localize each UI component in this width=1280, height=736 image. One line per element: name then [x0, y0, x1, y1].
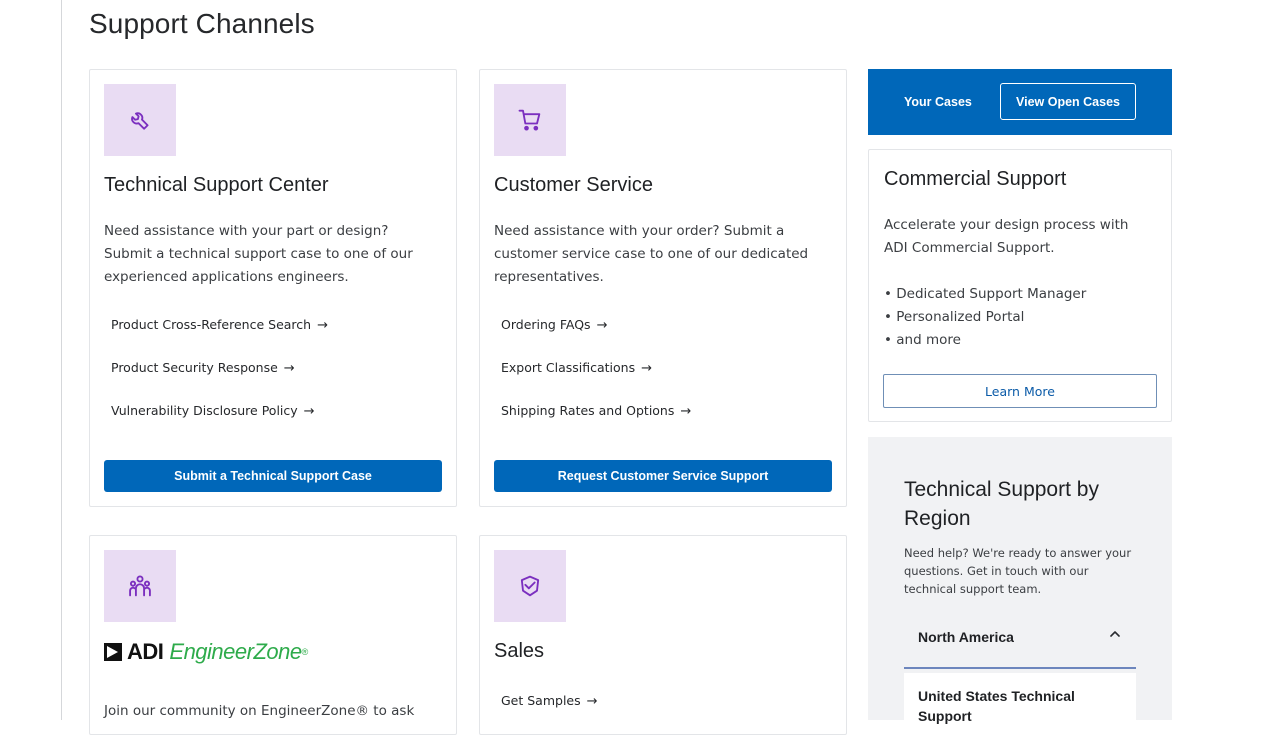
feature-list: • Dedicated Support Manager • Personaliz…: [884, 283, 1086, 352]
list-item: • and more: [884, 332, 961, 348]
card-title: Commercial Support: [884, 168, 1067, 190]
link-export-classifications[interactable]: Export Classifications →: [501, 360, 691, 403]
sales-card: Sales Get Samples →: [479, 535, 847, 735]
engineerzone-card: ADI EngineerZone ® Join our community on…: [89, 535, 457, 735]
adi-logo-mark-icon: [104, 643, 122, 661]
link-cross-reference[interactable]: Product Cross-Reference Search →: [111, 317, 328, 360]
your-cases-bar: Your Cases View Open Cases: [868, 69, 1172, 135]
card-description: Need assistance with your part or design…: [104, 223, 413, 285]
engineerzone-logo[interactable]: ADI EngineerZone ®: [104, 637, 308, 667]
submit-technical-case-button[interactable]: Submit a Technical Support Case: [104, 460, 442, 492]
arrow-right-icon: →: [596, 318, 608, 333]
sub-card-title: United States Technical Support: [918, 688, 1075, 724]
region-title: Technical Support by Region: [904, 478, 1099, 530]
card-description: Accelerate your design process with ADI …: [884, 217, 1129, 256]
link-shipping-rates[interactable]: Shipping Rates and Options →: [501, 403, 691, 446]
view-open-cases-button[interactable]: View Open Cases: [1000, 83, 1136, 120]
link-label: Product Security Response: [111, 360, 278, 375]
arrow-right-icon: →: [303, 404, 315, 419]
cart-icon: [494, 84, 566, 156]
arrow-right-icon: →: [283, 361, 295, 376]
logo-engineerzone-text: EngineerZone: [169, 639, 302, 664]
link-label: Export Classifications: [501, 360, 636, 375]
link-list: Product Cross-Reference Search → Product …: [111, 317, 328, 446]
link-label: Get Samples: [501, 693, 581, 708]
learn-more-button[interactable]: Learn More: [883, 374, 1157, 408]
link-security-response[interactable]: Product Security Response →: [111, 360, 328, 403]
logo-registered-mark: ®: [301, 647, 309, 657]
link-vulnerability-policy[interactable]: Vulnerability Disclosure Policy →: [111, 403, 328, 446]
card-title: Sales: [494, 640, 545, 662]
handshake-icon: [494, 550, 566, 622]
accordion-label: North America: [918, 629, 1014, 645]
commercial-support-card: Commercial Support Accelerate your desig…: [868, 149, 1172, 422]
customer-service-card: Customer Service Need assistance with yo…: [479, 69, 847, 507]
your-cases-label: Your Cases: [904, 95, 972, 109]
region-panel: Technical Support by Region Need help? W…: [868, 437, 1172, 733]
technical-support-card: Technical Support Center Need assistance…: [89, 69, 457, 507]
page-title: Support Channels: [89, 8, 315, 39]
list-item: • Dedicated Support Manager: [884, 286, 1087, 302]
link-label: Shipping Rates and Options: [501, 403, 675, 418]
arrow-right-icon: →: [317, 318, 328, 333]
arrow-right-icon: →: [586, 694, 598, 709]
link-get-samples[interactable]: Get Samples →: [501, 693, 598, 736]
logo-adi-text: ADI: [127, 639, 164, 664]
request-customer-service-button[interactable]: Request Customer Service Support: [494, 460, 832, 492]
link-ordering-faqs[interactable]: Ordering FAQs →: [501, 317, 691, 360]
region-accordion-north-america[interactable]: North America: [904, 617, 1136, 669]
link-label: Product Cross-Reference Search: [111, 317, 312, 332]
chevron-up-icon: [1108, 627, 1122, 645]
card-description: Need assistance with your order? Submit …: [494, 223, 809, 285]
card-title: Technical Support Center: [104, 174, 329, 196]
arrow-right-icon: →: [680, 404, 692, 419]
list-item: • Personalized Portal: [884, 309, 1025, 325]
us-technical-support-card[interactable]: United States Technical Support: [904, 673, 1136, 733]
link-label: Ordering FAQs: [501, 317, 591, 332]
card-title: Customer Service: [494, 174, 653, 196]
left-divider: [61, 0, 62, 720]
link-label: Vulnerability Disclosure Policy: [111, 403, 298, 418]
community-icon: [104, 550, 176, 622]
arrow-right-icon: →: [641, 361, 653, 376]
link-list: Get Samples →: [501, 693, 598, 736]
link-list: Ordering FAQs → Export Classifications → S…: [501, 317, 691, 446]
wrench-icon: [104, 84, 176, 156]
region-description: Need help? We're ready to answer your qu…: [904, 546, 1132, 596]
